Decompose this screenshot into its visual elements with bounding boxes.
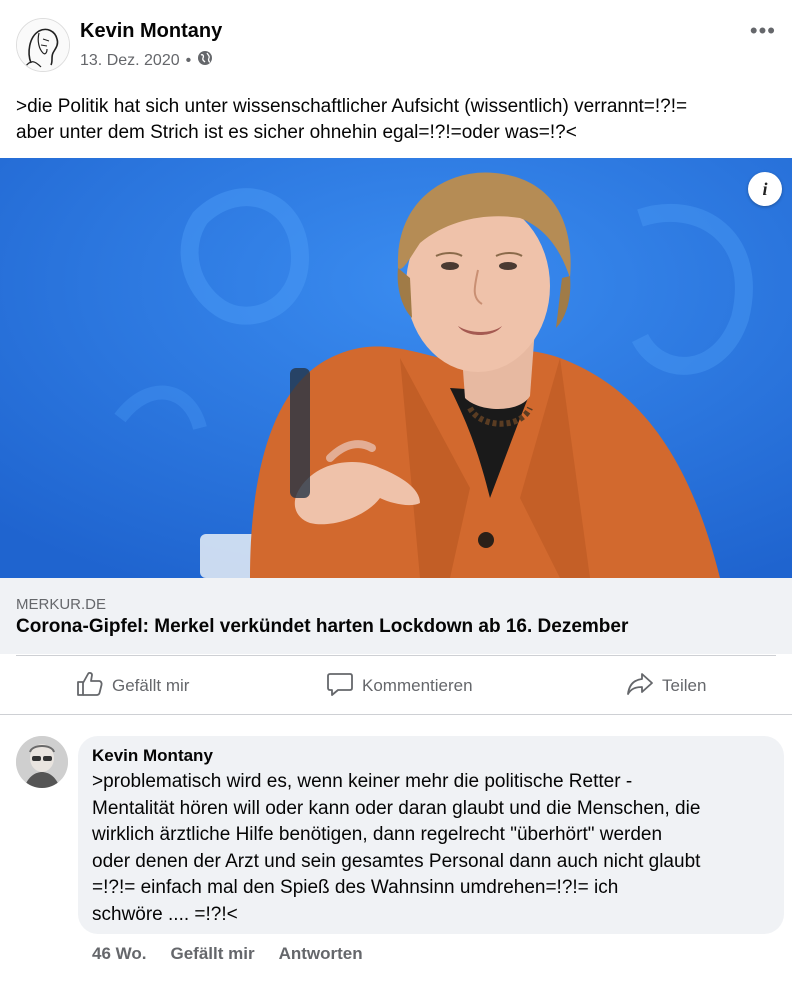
comment-reply-link[interactable]: Antworten xyxy=(279,944,363,964)
author-avatar[interactable] xyxy=(16,18,70,72)
post-author-name[interactable]: Kevin Montany xyxy=(80,20,222,43)
divider xyxy=(0,714,792,715)
post-text-line: aber unter dem Strich ist es sicher ohne… xyxy=(16,122,577,143)
post-date[interactable]: 13. Dez. 2020 xyxy=(80,52,180,70)
comment-meta: 46 Wo. Gefällt mir Antworten xyxy=(92,944,363,964)
comment-text: >problematisch wird es, wenn keiner mehr… xyxy=(92,769,772,928)
like-label: Gefällt mir xyxy=(112,676,190,695)
more-options-icon[interactable]: ••• xyxy=(750,18,776,44)
globe-icon xyxy=(197,50,213,71)
comment-line: Mentalität hören will oder kann oder dar… xyxy=(92,797,701,819)
link-domain: MERKUR.DE xyxy=(16,596,107,613)
post-header: Kevin Montany 13. Dez. 2020 • ••• xyxy=(0,0,792,84)
comment-bubble: Kevin Montany >problematisch wird es, we… xyxy=(78,736,784,934)
divider xyxy=(16,655,776,656)
comment-author[interactable]: Kevin Montany xyxy=(92,746,213,766)
comment-age[interactable]: 46 Wo. xyxy=(92,944,146,964)
comment-like-link[interactable]: Gefällt mir xyxy=(170,944,254,964)
link-preview-image[interactable]: i xyxy=(0,158,792,578)
comment-line: oder denen der Arzt und sein gesamtes Pe… xyxy=(92,850,701,872)
share-icon xyxy=(626,671,654,702)
post-meta: 13. Dez. 2020 • xyxy=(80,50,213,71)
comment-line: >problematisch wird es, wenn keiner mehr… xyxy=(92,771,633,792)
comment-button[interactable]: Kommentieren xyxy=(326,660,473,712)
comment-line: wirklich ärztliche Hilfe benötigen, dann… xyxy=(92,824,663,845)
post-text-line: >die Politik hat sich unter wissenschaft… xyxy=(16,96,688,117)
link-caption[interactable]: MERKUR.DE Corona-Gipfel: Merkel verkünde… xyxy=(0,578,792,654)
info-icon[interactable]: i xyxy=(748,172,782,206)
link-title[interactable]: Corona-Gipfel: Merkel verkündet harten L… xyxy=(16,616,628,638)
meta-separator: • xyxy=(185,51,192,69)
share-label: Teilen xyxy=(662,676,707,695)
comment-avatar[interactable] xyxy=(16,736,68,788)
post-text: >die Politik hat sich unter wissenschaft… xyxy=(16,94,786,146)
merkel-photo xyxy=(0,158,792,578)
comment-icon xyxy=(326,671,354,702)
comment-line: =!?!= einfach mal den Spieß des Wahnsinn… xyxy=(92,877,619,898)
like-button[interactable]: Gefällt mir xyxy=(76,660,189,712)
action-bar: Gefällt mir Kommentieren Teilen xyxy=(0,660,792,712)
thumbs-up-icon xyxy=(76,671,104,702)
comment-label: Kommentieren xyxy=(362,676,473,695)
comment-line: schwöre .... =!?!< xyxy=(92,903,238,925)
share-button[interactable]: Teilen xyxy=(626,660,706,712)
